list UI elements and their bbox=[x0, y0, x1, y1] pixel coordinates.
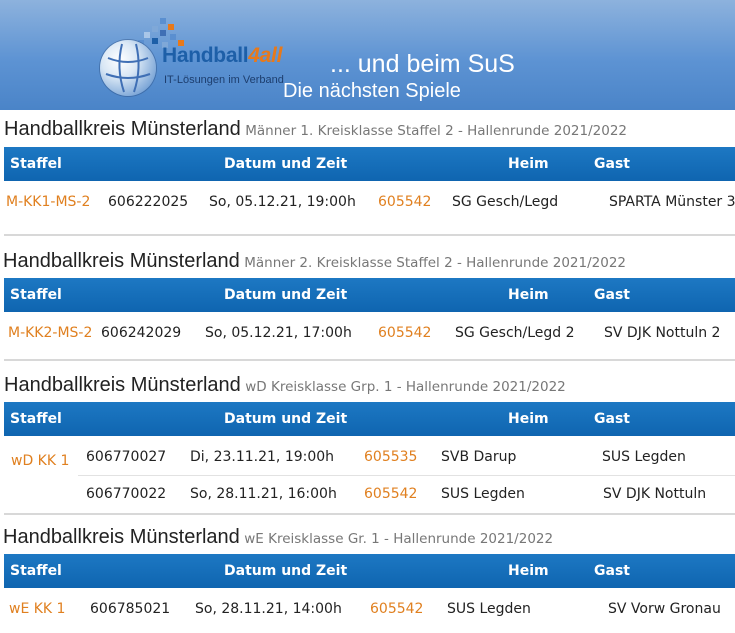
col-staffel: Staffel bbox=[10, 563, 62, 579]
section-divider bbox=[4, 513, 735, 515]
cell-gast: SV DJK Nottuln bbox=[603, 486, 707, 502]
handball-icon bbox=[100, 40, 156, 96]
section-heading: Handballkreis Münsterland bbox=[4, 118, 241, 140]
section-title: Handballkreis Münsterland wD Kreisklasse… bbox=[4, 374, 566, 397]
cell-halle-link[interactable]: 605542 bbox=[378, 194, 431, 210]
col-heim: Heim bbox=[508, 563, 549, 579]
col-gast: Gast bbox=[594, 287, 630, 303]
section-title: Handballkreis Münsterland wE Kreisklasse… bbox=[3, 526, 553, 549]
cell-gast: SPARTA Münster 3 bbox=[609, 194, 735, 210]
col-staffel: Staffel bbox=[10, 287, 62, 303]
cell-datum: So, 28.11.21, 16:00h bbox=[190, 486, 337, 502]
cell-staffel-link[interactable]: wD KK 1 bbox=[11, 453, 69, 469]
cell-heim: SUS Legden bbox=[441, 486, 525, 502]
cell-heim: SUS Legden bbox=[447, 601, 531, 617]
section-subheading: Männer 1. Kreisklasse Staffel 2 - Hallen… bbox=[245, 123, 628, 139]
section-heading: Handballkreis Münsterland bbox=[3, 250, 240, 272]
cell-spielnummer: 606222025 bbox=[108, 194, 189, 210]
cell-datum: So, 28.11.21, 14:00h bbox=[195, 601, 342, 617]
table-header: Staffel Datum und Zeit Heim Gast bbox=[4, 278, 735, 312]
cell-datum: So, 05.12.21, 17:00h bbox=[205, 325, 352, 341]
logo-subtitle: IT-Lösungen im Verband bbox=[164, 74, 284, 86]
cell-datum: Di, 23.11.21, 19:00h bbox=[190, 449, 335, 465]
table-row[interactable]: M-KK1-MS-2 606222025 So, 05.12.21, 19:00… bbox=[0, 185, 735, 221]
cell-staffel-link[interactable]: wE KK 1 bbox=[9, 601, 65, 617]
table-row[interactable]: wD KK 1 606770027 Di, 23.11.21, 19:00h 6… bbox=[0, 440, 735, 476]
section-subheading: wD Kreisklasse Grp. 1 - Hallenrunde 2021… bbox=[245, 379, 566, 395]
cell-halle-link[interactable]: 605535 bbox=[364, 449, 417, 465]
col-heim: Heim bbox=[508, 411, 549, 427]
banner-title: ... und beim SuS bbox=[330, 50, 515, 78]
col-staffel: Staffel bbox=[10, 156, 62, 172]
col-gast: Gast bbox=[594, 563, 630, 579]
cell-heim: SG Gesch/Legd 2 bbox=[455, 325, 575, 341]
row-separator bbox=[78, 475, 735, 476]
section-divider bbox=[4, 234, 735, 236]
header-banner: Handball4all IT-Lösungen im Verband ... … bbox=[0, 0, 735, 110]
table-row[interactable]: 606770022 So, 28.11.21, 16:00h 605542 SU… bbox=[0, 477, 735, 513]
table-header: Staffel Datum und Zeit Heim Gast bbox=[4, 554, 735, 588]
col-heim: Heim bbox=[508, 156, 549, 172]
col-datum: Datum und Zeit bbox=[224, 411, 348, 427]
cell-gast: SV Vorw Gronau bbox=[608, 601, 721, 617]
banner-subtitle: Die nächsten Spiele bbox=[283, 80, 461, 102]
cell-staffel-link[interactable]: M-KK1-MS-2 bbox=[6, 194, 90, 210]
cell-gast: SUS Legden bbox=[602, 449, 686, 465]
section-heading: Handballkreis Münsterland bbox=[4, 374, 241, 396]
section-title: Handballkreis Münsterland Männer 1. Krei… bbox=[4, 118, 627, 141]
section-title: Handballkreis Münsterland Männer 2. Krei… bbox=[3, 250, 626, 273]
cell-spielnummer: 606785021 bbox=[90, 601, 171, 617]
cell-datum: So, 05.12.21, 19:00h bbox=[209, 194, 356, 210]
cell-halle-link[interactable]: 605542 bbox=[378, 325, 431, 341]
cell-gast: SV DJK Nottuln 2 bbox=[604, 325, 721, 341]
section-heading: Handballkreis Münsterland bbox=[3, 526, 240, 548]
col-staffel: Staffel bbox=[10, 411, 62, 427]
cell-spielnummer: 606242029 bbox=[101, 325, 182, 341]
col-heim: Heim bbox=[508, 287, 549, 303]
cell-halle-link[interactable]: 605542 bbox=[364, 486, 417, 502]
logo-text-4all: 4all bbox=[248, 44, 283, 67]
col-datum: Datum und Zeit bbox=[224, 563, 348, 579]
section-subheading: wE Kreisklasse Gr. 1 - Hallenrunde 2021/… bbox=[244, 531, 554, 547]
logo-wordmark: Handball4all bbox=[162, 44, 282, 68]
cell-heim: SVB Darup bbox=[441, 449, 517, 465]
col-gast: Gast bbox=[594, 156, 630, 172]
table-header: Staffel Datum und Zeit Heim Gast bbox=[4, 147, 735, 181]
section-divider bbox=[4, 359, 735, 361]
section-subheading: Männer 2. Kreisklasse Staffel 2 - Hallen… bbox=[244, 255, 627, 271]
table-header: Staffel Datum und Zeit Heim Gast bbox=[4, 402, 735, 436]
col-gast: Gast bbox=[594, 411, 630, 427]
cell-heim: SG Gesch/Legd bbox=[452, 194, 559, 210]
table-row[interactable]: wE KK 1 606785021 So, 28.11.21, 14:00h 6… bbox=[0, 592, 735, 628]
cell-spielnummer: 606770022 bbox=[86, 486, 167, 502]
cell-spielnummer: 606770027 bbox=[86, 449, 167, 465]
cell-staffel-link[interactable]: M-KK2-MS-2 bbox=[8, 325, 92, 341]
logo-text-handball: Handball bbox=[162, 44, 249, 67]
table-row[interactable]: M-KK2-MS-2 606242029 So, 05.12.21, 17:00… bbox=[0, 316, 735, 352]
cell-halle-link[interactable]: 605542 bbox=[370, 601, 423, 617]
col-datum: Datum und Zeit bbox=[224, 287, 348, 303]
col-datum: Datum und Zeit bbox=[224, 156, 348, 172]
